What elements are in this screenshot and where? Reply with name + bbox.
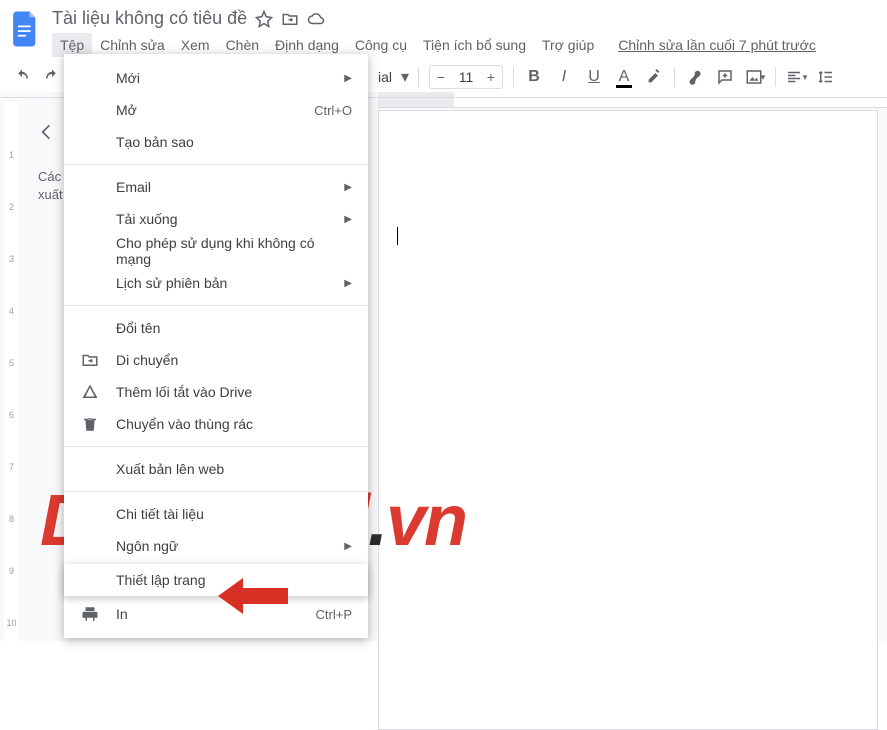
menu-item-offline[interactable]: Cho phép sử dụng khi không có mạng [64,235,368,267]
underline-button[interactable]: U [580,63,608,91]
menu-item-language[interactable]: Ngôn ngữ ▶ [64,530,368,562]
outline-back-icon[interactable] [26,112,66,152]
menu-item-print[interactable]: In Ctrl+P [64,598,368,630]
bold-button[interactable]: B [520,63,548,91]
menu-item-version-history[interactable]: Lịch sử phiên bản ▶ [64,267,368,299]
separator [418,67,419,87]
drive-shortcut-icon [80,382,100,402]
font-name[interactable]: ial [374,69,396,85]
font-size-increase[interactable]: + [480,66,502,88]
doc-title[interactable]: Tài liệu không có tiêu đề [52,8,247,29]
menu-divider [64,305,368,306]
insert-link-button[interactable] [681,63,709,91]
add-comment-button[interactable] [711,63,739,91]
submenu-arrow-icon: ▶ [344,278,352,289]
font-dropdown-icon[interactable]: ▾ [398,63,412,91]
menu-item-new[interactable]: Mới ▶ [64,62,368,94]
ruler-tick: 2 [4,202,19,212]
menu-item-details[interactable]: Chi tiết tài liệu [64,498,368,530]
menu-addons[interactable]: Tiện ích bổ sung [415,33,534,57]
menu-item-move[interactable]: Di chuyển [64,344,368,376]
menu-item-download[interactable]: Tải xuống ▶ [64,203,368,235]
file-menu-dropdown: Mới ▶ Mở Ctrl+O Tạo bản sao Email ▶ Tải … [64,54,368,638]
ruler-tick: 7 [4,462,19,472]
ruler-tick: 6 [4,410,19,420]
outline-text: Các xuất [18,152,62,204]
outline-panel: Các xuất [18,92,62,641]
menu-item-open[interactable]: Mở Ctrl+O [64,94,368,126]
docs-logo-icon[interactable] [8,6,44,52]
separator [674,67,675,87]
folder-move-icon [80,350,100,370]
title-row: Tài liệu không có tiêu đề [52,6,883,33]
menu-item-publish[interactable]: Xuất bản lên web [64,453,368,485]
print-icon [80,604,100,624]
app-header: Tài liệu không có tiêu đề Tệp Chỉnh sửa … [0,0,887,57]
submenu-arrow-icon: ▶ [344,182,352,193]
menu-help[interactable]: Trợ giúp [534,33,602,57]
menu-item-make-copy[interactable]: Tạo bản sao [64,126,368,158]
menu-item-email[interactable]: Email ▶ [64,171,368,203]
move-folder-icon[interactable] [281,10,299,28]
ruler-tick: 3 [4,254,19,264]
menu-divider [64,446,368,447]
menu-item-page-setup[interactable]: Thiết lập trang [64,564,368,596]
cloud-status-icon[interactable] [307,10,325,28]
ruler-tick: 10 [4,618,19,628]
line-spacing-button[interactable] [812,63,840,91]
font-size-control: − 11 + [429,65,503,89]
font-size-value[interactable]: 11 [452,69,480,85]
separator [513,67,514,87]
last-edit-link[interactable]: Chỉnh sửa lần cuối 7 phút trước [618,37,816,53]
ruler-tick: 4 [4,306,19,316]
italic-button[interactable]: I [550,63,578,91]
text-cursor [397,227,398,245]
ruler-tick: 8 [4,514,19,524]
menu-item-add-shortcut[interactable]: Thêm lối tắt vào Drive [64,376,368,408]
ruler-tick: 9 [4,566,19,576]
submenu-arrow-icon: ▶ [344,214,352,225]
header-main: Tài liệu không có tiêu đề Tệp Chỉnh sửa … [52,6,883,57]
submenu-arrow-icon: ▶ [344,73,352,84]
document-page[interactable] [378,110,878,730]
undo-button[interactable] [8,63,36,91]
text-color-button[interactable]: A [610,63,638,91]
align-button[interactable]: ▾ [782,63,810,91]
font-size-decrease[interactable]: − [430,66,452,88]
menu-item-rename[interactable]: Đổi tên [64,312,368,344]
submenu-arrow-icon: ▶ [344,541,352,552]
separator [775,67,776,87]
menu-divider [64,491,368,492]
menu-divider [64,164,368,165]
ruler-tick: 1 [4,150,19,160]
menu-item-trash[interactable]: Chuyển vào thùng rác [64,408,368,440]
ruler-tick: 5 [4,358,19,368]
trash-icon [80,414,100,434]
highlight-button[interactable] [640,63,668,91]
insert-image-button[interactable]: ▾ [741,63,769,91]
star-icon[interactable] [255,10,273,28]
redo-button[interactable] [38,63,66,91]
